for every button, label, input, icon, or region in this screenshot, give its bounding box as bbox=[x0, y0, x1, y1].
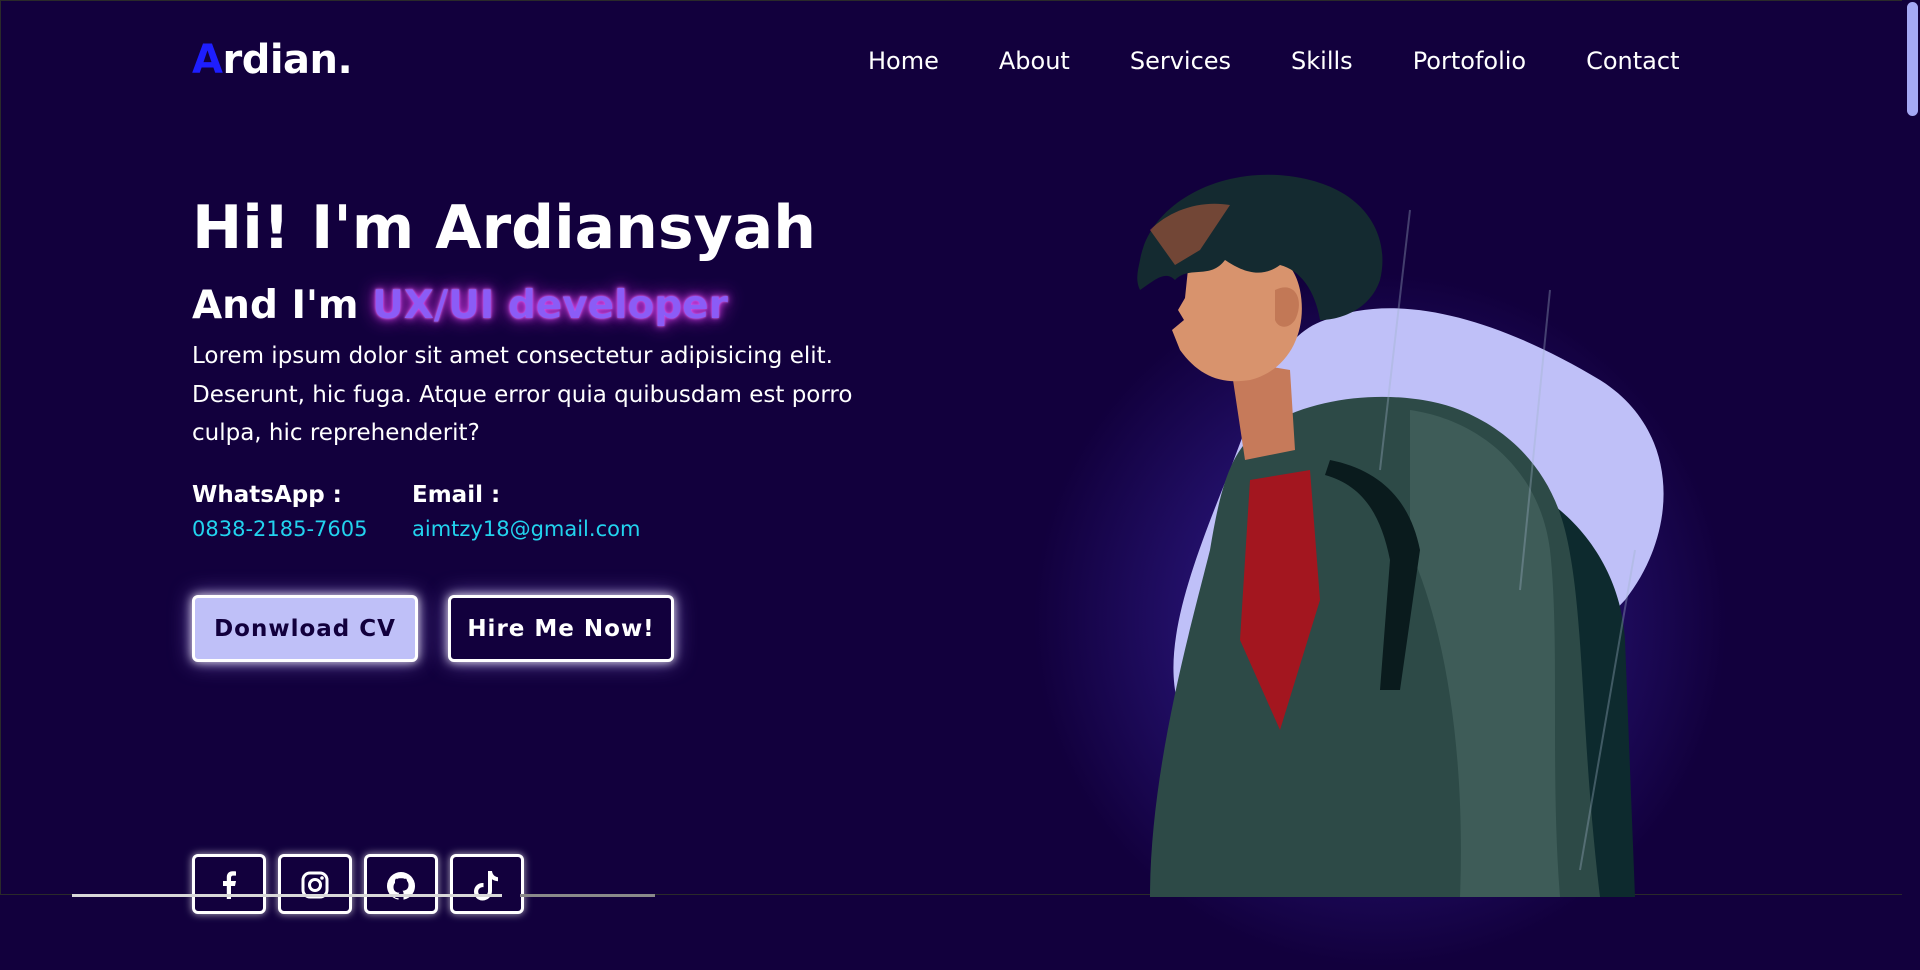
github-link[interactable] bbox=[364, 854, 438, 914]
hero-subtitle: And I'm UX/UI developer bbox=[192, 278, 728, 334]
email-contact: Email : aimtzy18@gmail.com bbox=[412, 478, 640, 546]
instagram-link[interactable] bbox=[278, 854, 352, 914]
whatsapp-number[interactable]: 0838-2185-7605 bbox=[192, 512, 368, 546]
hero-role: UX/UI developer bbox=[372, 283, 728, 328]
social-links bbox=[192, 854, 524, 914]
nav-portofolio[interactable]: Portofolio bbox=[1413, 44, 1526, 78]
tiktok-link[interactable] bbox=[450, 854, 524, 914]
nav-services[interactable]: Services bbox=[1130, 44, 1231, 78]
vertical-scrollbar[interactable] bbox=[1902, 0, 1920, 897]
logo-accent-letter: A bbox=[192, 37, 223, 83]
hero-subtitle-prefix: And I'm bbox=[192, 283, 359, 328]
nav-home[interactable]: Home bbox=[868, 44, 939, 78]
whatsapp-label: WhatsApp : bbox=[192, 482, 342, 508]
nav-skills[interactable]: Skills bbox=[1291, 44, 1353, 78]
site-logo[interactable]: Ardian. bbox=[192, 36, 353, 84]
email-address[interactable]: aimtzy18@gmail.com bbox=[412, 512, 640, 546]
nav-contact[interactable]: Contact bbox=[1586, 44, 1679, 78]
hero-description: Lorem ipsum dolor sit amet consectetur a… bbox=[192, 343, 853, 446]
facebook-link[interactable] bbox=[192, 854, 266, 914]
hero-title: Hi! I'm Ardiansyah bbox=[192, 193, 816, 263]
main-nav: Home About Services Skills Portofolio Co… bbox=[868, 44, 1679, 78]
scrollbar-thumb[interactable] bbox=[1907, 2, 1918, 116]
whatsapp-contact: WhatsApp : 0838-2185-7605 bbox=[192, 478, 368, 546]
hire-me-button[interactable]: Hire Me Now! bbox=[448, 595, 674, 662]
download-cv-button[interactable]: Donwload CV bbox=[192, 595, 418, 662]
nav-about[interactable]: About bbox=[999, 44, 1070, 78]
hero-portrait-image bbox=[1137, 174, 1664, 897]
logo-text: rdian. bbox=[222, 37, 353, 83]
email-label: Email : bbox=[412, 482, 501, 508]
